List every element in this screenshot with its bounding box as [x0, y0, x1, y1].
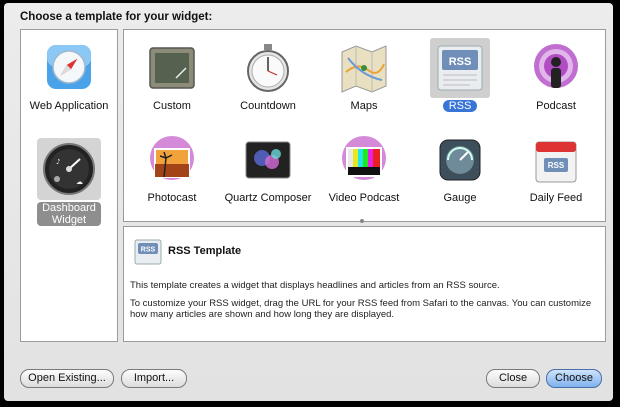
map-icon: [341, 45, 387, 93]
template-label: Video Podcast: [328, 192, 400, 204]
rss-icon: RSS: [134, 239, 162, 265]
template-podcast[interactable]: Podcast: [508, 42, 604, 122]
template-label: Custom: [153, 100, 191, 112]
category-web-application[interactable]: Web Application: [21, 38, 117, 128]
svg-text:RSS: RSS: [141, 247, 156, 254]
stopwatch-icon: [247, 44, 289, 92]
quartz-composer-icon: [245, 141, 291, 179]
template-description: RSS RSS Template This template creates a…: [123, 226, 606, 342]
choose-button[interactable]: Choose: [546, 369, 602, 388]
template-photocast[interactable]: Photocast: [124, 134, 220, 214]
daily-feed-icon: RSS: [535, 141, 577, 183]
svg-text:RSS: RSS: [449, 56, 472, 68]
podcast-icon: [534, 44, 578, 88]
category-label: Dashboard Widget: [21, 202, 117, 226]
template-rss[interactable]: RSS RSS: [412, 38, 508, 122]
open-existing-button[interactable]: Open Existing...: [20, 369, 114, 388]
video-podcast-icon: [342, 136, 386, 180]
rss-icon: RSS: [437, 45, 483, 91]
safari-compass-icon: [47, 45, 91, 89]
photocast-icon: [150, 136, 194, 180]
dashboard-gauge-icon: ♪ ☁: [43, 143, 95, 195]
template-label: RSS: [412, 100, 508, 113]
template-label: Gauge: [443, 192, 477, 204]
category-dashboard-widget[interactable]: ♪ ☁ Dashboard Widget: [21, 138, 117, 234]
svg-text:☁: ☁: [76, 178, 83, 186]
import-button[interactable]: Import...: [121, 369, 187, 388]
category-label: Web Application: [29, 100, 109, 112]
description-title: RSS Template: [168, 245, 242, 257]
template-label: Podcast: [536, 100, 576, 112]
template-video-podcast[interactable]: Video Podcast: [316, 134, 412, 214]
template-daily-feed[interactable]: RSS Daily Feed: [508, 134, 604, 214]
category-list: Web Application ♪ ☁ Dashboard Widget: [20, 29, 118, 342]
template-grid: Custom Countdown Maps RSS RSS Podcast Ph…: [123, 29, 606, 222]
template-label: Quartz Composer: [224, 192, 312, 204]
template-chooser-dialog: Choose a template for your widget: Web A…: [4, 3, 613, 401]
description-paragraph: This template creates a widget that disp…: [130, 280, 500, 291]
svg-text:RSS: RSS: [548, 161, 565, 170]
gauge-icon: [439, 139, 481, 181]
template-countdown[interactable]: Countdown: [220, 42, 316, 122]
template-label: Maps: [350, 100, 378, 112]
dialog-heading: Choose a template for your widget:: [20, 11, 213, 23]
template-gauge[interactable]: Gauge: [412, 134, 508, 214]
template-label: Daily Feed: [529, 192, 583, 204]
template-custom[interactable]: Custom: [124, 42, 220, 122]
splitter-handle[interactable]: [360, 219, 364, 223]
template-quartz-composer[interactable]: Quartz Composer: [220, 134, 316, 214]
template-label: Photocast: [147, 192, 197, 204]
svg-text:♪: ♪: [56, 158, 60, 166]
template-label: Countdown: [240, 100, 296, 112]
template-maps[interactable]: Maps: [316, 42, 412, 122]
description-paragraph: To customize your RSS widget, drag the U…: [130, 298, 592, 320]
close-button[interactable]: Close: [486, 369, 540, 388]
chalkboard-icon: [149, 47, 195, 89]
